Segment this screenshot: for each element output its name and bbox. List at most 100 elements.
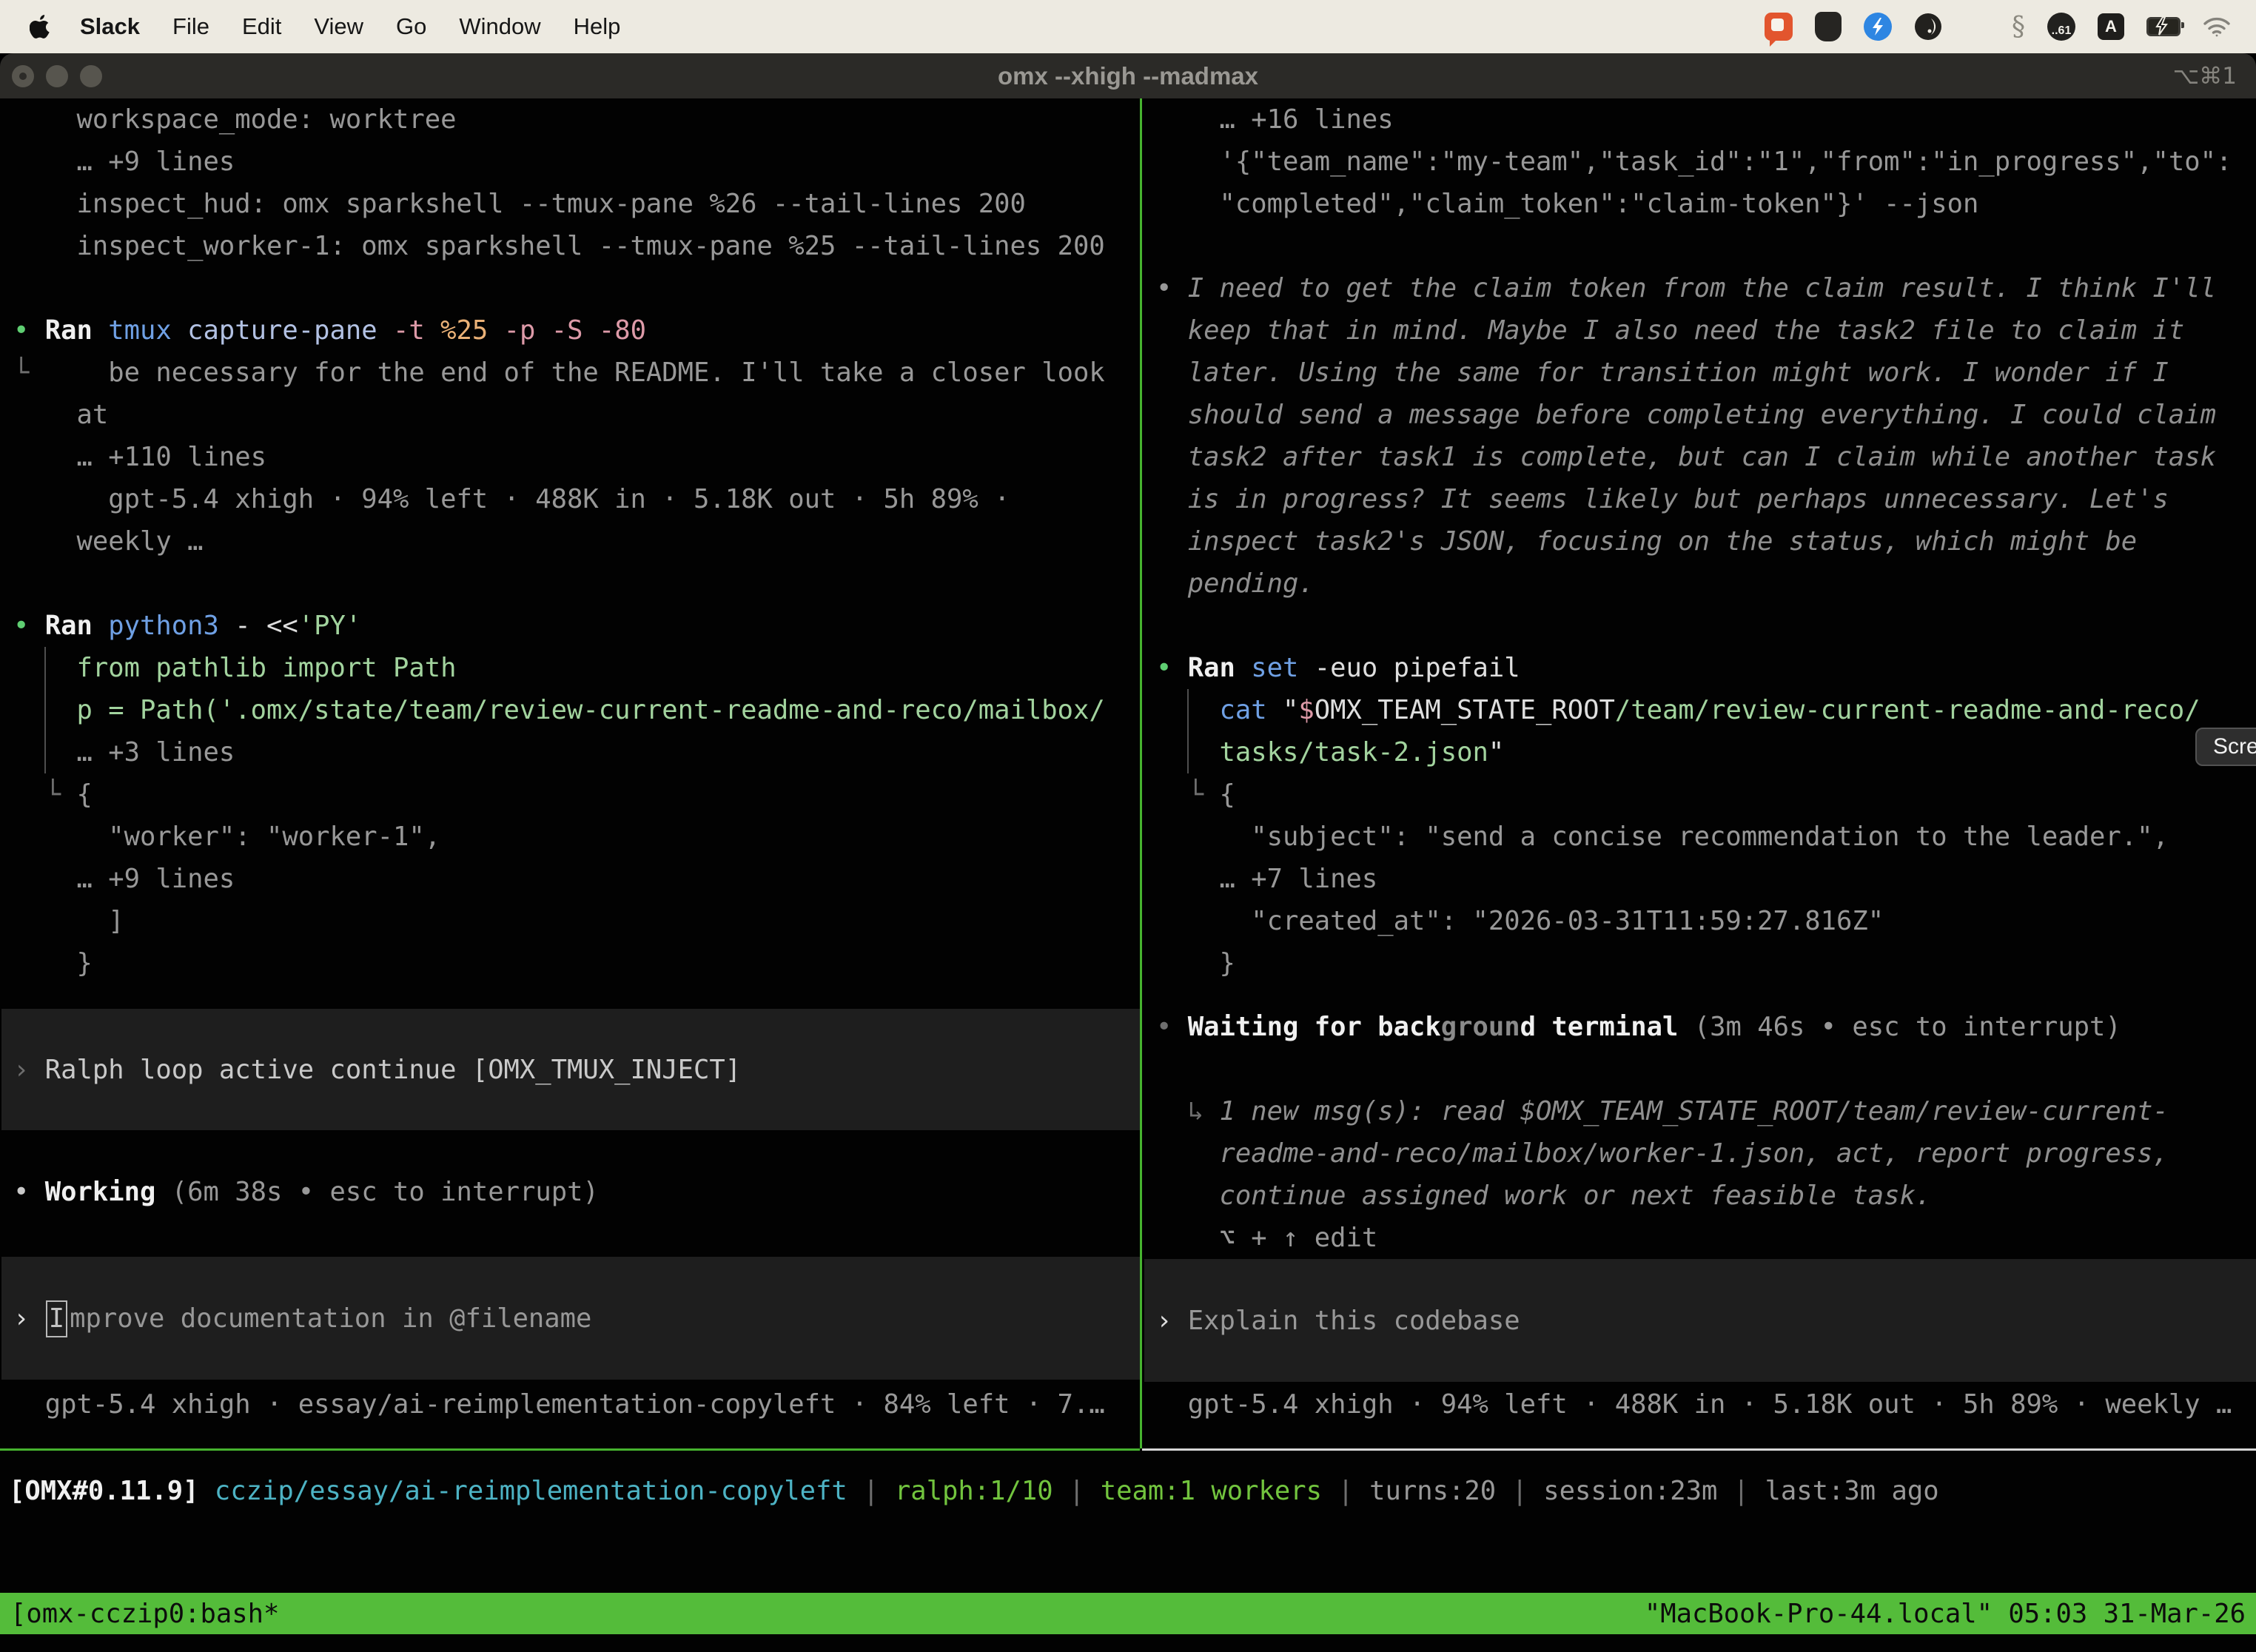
text-segment: (6m 38s • esc to interrupt) (155, 1177, 598, 1207)
menu-item-view[interactable]: View (314, 13, 363, 40)
text-segment: … +3 lines (13, 737, 235, 768)
pie-menu-icon[interactable] (1914, 13, 1942, 41)
blank-line (1144, 605, 2256, 647)
tmux-left-pane[interactable]: workspace_mode: worktree … +9 lines insp… (1, 98, 1140, 1448)
spacer (1, 1130, 1140, 1171)
spacer (1, 1213, 1140, 1257)
text-segment: is in progress? It seems likely but perh… (1156, 484, 2169, 514)
terminal-line: › Improve documentation in @filename (1, 1297, 591, 1340)
terminal-line: └ { (1, 773, 1140, 816)
left-pane-bottom-border (0, 1448, 1140, 1451)
password-shield-icon[interactable] (1815, 12, 1842, 41)
text-segment: { (1220, 779, 1235, 810)
text-segment: … +110 lines (13, 442, 266, 472)
right-pane-bottom-border (1142, 1448, 2256, 1451)
menu-item-file[interactable]: File (172, 13, 209, 40)
apple-menu[interactable] (30, 14, 52, 39)
text-segment: gpt-5.4 xhigh · essay/ai-reimplementatio… (13, 1389, 1105, 1420)
text-segment: ↳ (1156, 1096, 1220, 1126)
composer-input[interactable]: › Explain this codebase (1144, 1259, 2256, 1382)
text-segment: " (1488, 737, 1504, 768)
text-segment: • (13, 611, 45, 641)
text-segment: python3 (108, 611, 219, 641)
terminal-line: • Ran tmux capture-pane -t %25 -p -S -80 (1, 309, 1140, 352)
menu-bar-status-icons: § ..61 A (1765, 12, 2231, 42)
terminal-line: task2 after task1 is complete, but can I… (1144, 436, 2256, 478)
terminal-line: inspect_hud: omx sparkshell --tmux-pane … (1, 183, 1140, 225)
text-segment: 'PY' (298, 611, 362, 641)
terminal-line: › Explain this codebase (1144, 1300, 1520, 1342)
text-segment: • (13, 315, 45, 346)
text-segment: (3m 46s • esc to interrupt) (1678, 1012, 2121, 1042)
text-segment: └ (13, 779, 77, 810)
blank-line (1144, 225, 2256, 267)
text-segment: set (1251, 653, 1298, 683)
text-segment: | (1322, 1476, 1369, 1506)
text-segment: weekly … (13, 526, 203, 557)
text-segment: -t (393, 315, 440, 346)
dots-grid-icon[interactable] (1964, 14, 1990, 39)
text-segment: last:3m ago (1765, 1476, 1938, 1506)
text-segment: • (1156, 653, 1188, 683)
blue-badge-icon[interactable] (1864, 13, 1892, 41)
menu-item-edit[interactable]: Edit (242, 13, 281, 40)
text-segment: | (1053, 1476, 1101, 1506)
menu-item-window[interactable]: Window (459, 13, 540, 40)
terminal-line: gpt-5.4 xhigh · 94% left · 488K in · 5.1… (1, 478, 1140, 520)
terminal-line: pending. (1144, 563, 2256, 605)
terminal-line: p = Path('.omx/state/team/review-current… (1, 689, 1140, 731)
text-segment: └ (1156, 779, 1220, 810)
terminal-line: … +7 lines (1144, 858, 2256, 900)
menu-item-go[interactable]: Go (396, 13, 426, 40)
window-title-bar[interactable]: omx --xhigh --madmax ⌥⌘1 (0, 53, 2256, 98)
terminal-line: ↳ 1 new msg(s): read $OMX_TEAM_STATE_ROO… (1144, 1090, 2256, 1132)
wifi-icon[interactable] (2203, 16, 2231, 37)
composer-input[interactable]: › Improve documentation in @filename (1, 1257, 1140, 1380)
terminal-line: … +3 lines (1, 731, 1140, 773)
menu-item-help[interactable]: Help (574, 13, 621, 40)
terminal-line: keep that in mind. Maybe I also need the… (1144, 309, 2256, 352)
terminal-line: gpt-5.4 xhigh · essay/ai-reimplementatio… (1, 1383, 1140, 1426)
text-segment: should send a message before completing … (1156, 400, 2216, 430)
text-segment: continue assigned work or next feasible … (1156, 1181, 1931, 1211)
input-source-icon[interactable]: A (2098, 13, 2124, 40)
spacer (1144, 984, 2256, 1006)
terminal-line: ] (1, 900, 1140, 942)
text-segment: d terminal (1520, 1012, 1679, 1042)
text-segment: Explain this codebase (1188, 1306, 1520, 1336)
text-segment: } (1156, 948, 1235, 978)
text-segment: Working (45, 1177, 156, 1207)
text-segment: team:1 workers (1101, 1476, 1322, 1506)
terminal-line: "created_at": "2026-03-31T11:59:27.816Z" (1144, 900, 2256, 942)
count-badge-icon[interactable]: ..61 (2047, 13, 2075, 41)
text-segment: tasks/task-2.json (1156, 737, 1488, 768)
tmux-status-bar: [omx-cczip0:bash* "MacBook-Pro-44.local"… (0, 1593, 2256, 1634)
terminal-line: • Ran python3 - <<'PY' (1, 605, 1140, 647)
text-segment: readme-and-reco/mailbox/worker-1.json, a… (1156, 1138, 2169, 1169)
chat-app-icon[interactable] (1765, 13, 1793, 41)
text-segment: ralph:1/10 (895, 1476, 1053, 1506)
text-segment: /team/review-current-readme-and-reco/ (1615, 695, 2200, 725)
terminal-line: • Working (6m 38s • esc to interrupt) (1, 1171, 1140, 1213)
macos-menu-bar: Slack FileEditViewGoWindowHelp § ..6 (0, 0, 2256, 53)
terminal-line: └ { (1144, 773, 2256, 816)
menu-app-name[interactable]: Slack (80, 13, 140, 40)
text-segment: … +16 lines (1156, 104, 1394, 135)
terminal-line: • Ran set -euo pipefail (1144, 647, 2256, 689)
text-segment: › (1156, 1306, 1188, 1336)
battery-icon[interactable] (2146, 17, 2181, 36)
terminal-line: is in progress? It seems likely but perh… (1144, 478, 2256, 520)
tmux-right-pane[interactable]: … +16 lines '{"team_name":"my-team","tas… (1144, 98, 2256, 1448)
section-symbol-icon[interactable]: § (2012, 12, 2025, 42)
terminal-line: "completed","claim_token":"claim-token"}… (1144, 183, 2256, 225)
terminal-line: • Waiting for background terminal (3m 46… (1144, 1006, 2256, 1048)
pane-divider-vertical[interactable] (1140, 98, 1142, 1448)
terminal-line: inspect_worker-1: omx sparkshell --tmux-… (1, 225, 1140, 267)
text-segment: be necessary for the end of the README. … (29, 357, 1104, 388)
text-segment: "created_at": "2026-03-31T11:59:27.816Z" (1156, 906, 1884, 936)
text-segment: " (1283, 695, 1298, 725)
text-segment: at (13, 400, 108, 430)
text-segment: } (13, 948, 93, 978)
text-segment: … +9 lines (13, 864, 235, 894)
terminal-line: … +9 lines (1, 858, 1140, 900)
